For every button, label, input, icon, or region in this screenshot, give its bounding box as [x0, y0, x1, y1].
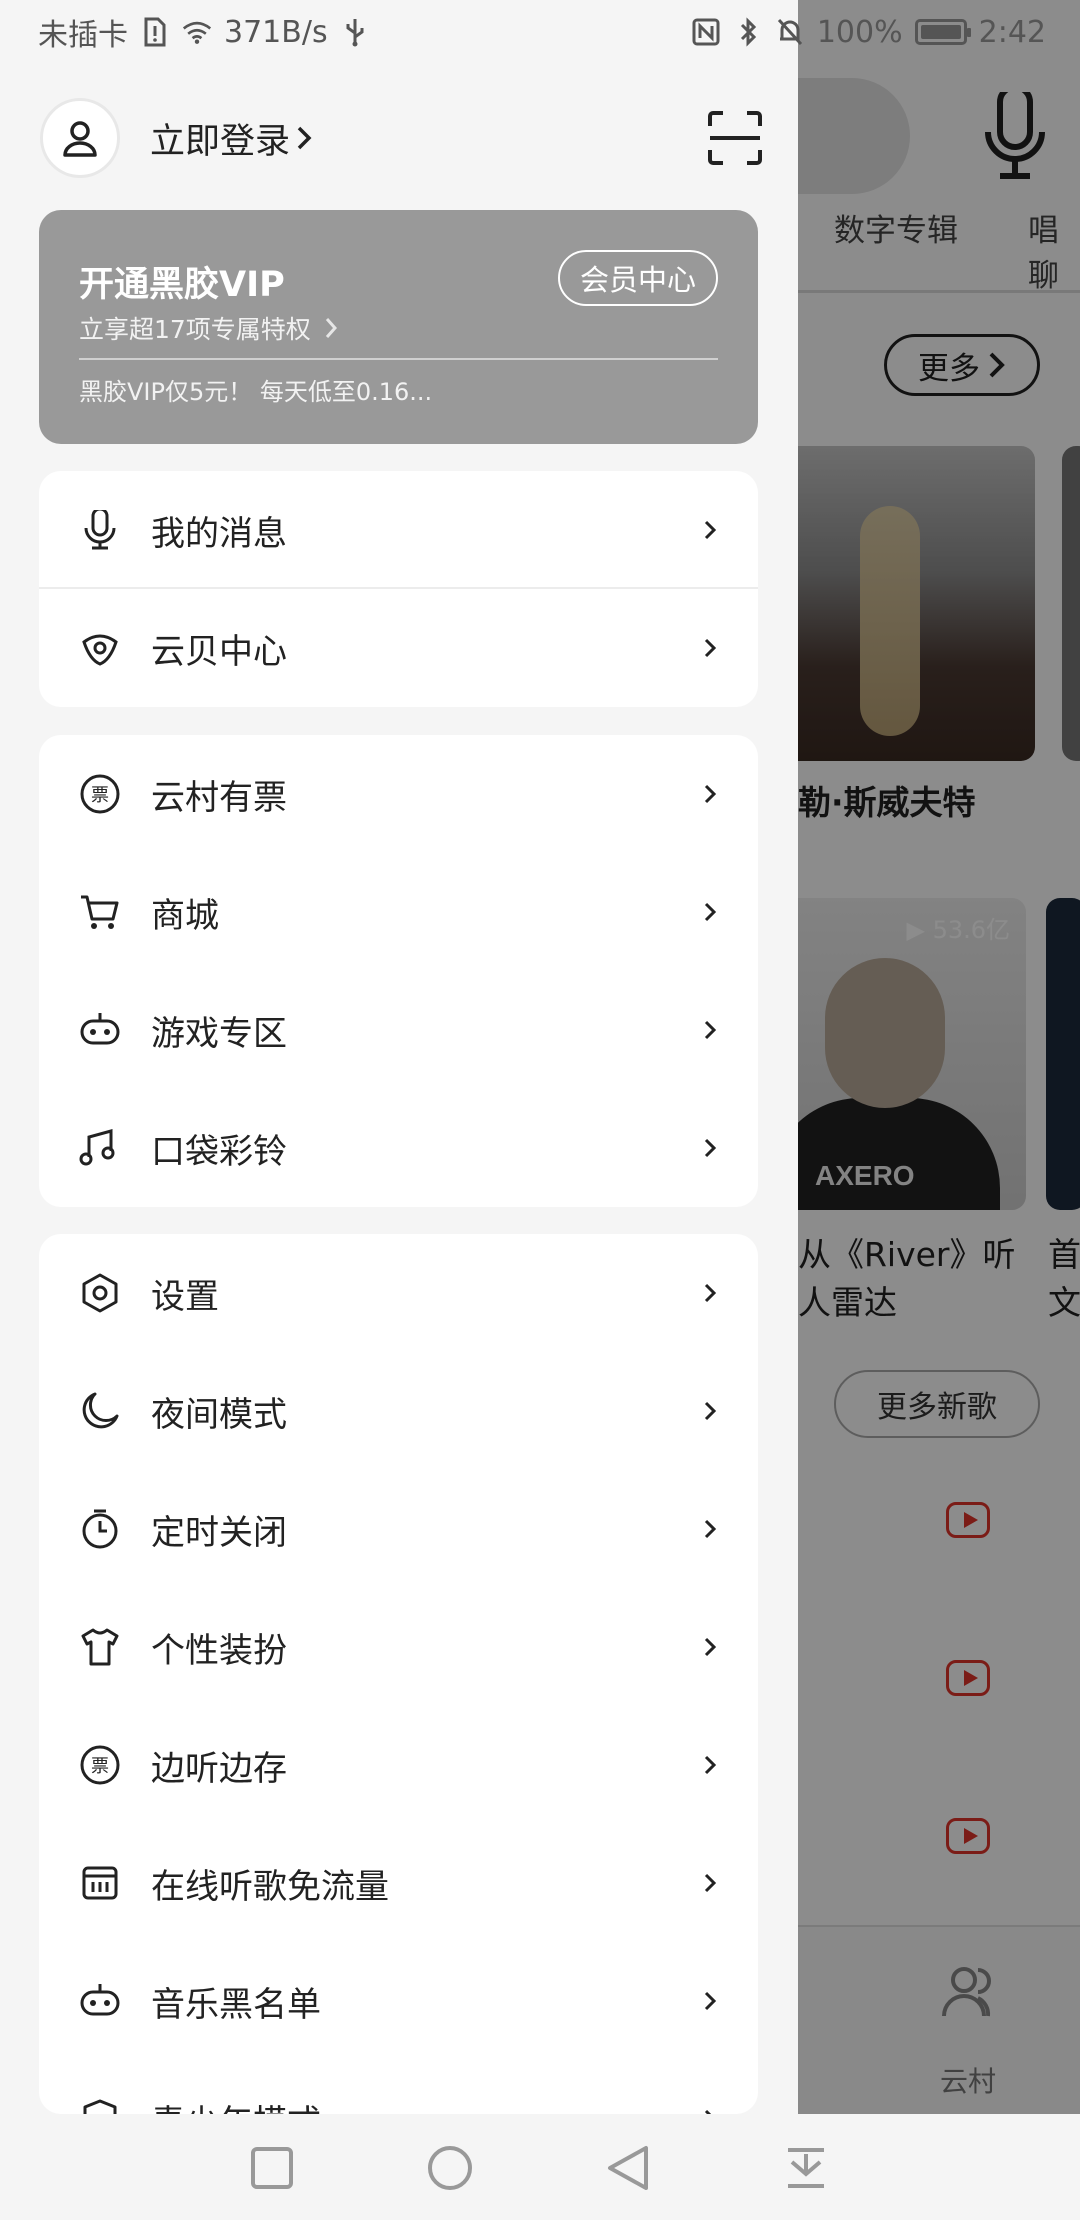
menu-item-label: 设置 — [151, 1276, 219, 1317]
bluetooth-icon — [733, 17, 763, 47]
chevron-right-icon — [698, 1989, 722, 2013]
svg-text:票: 票 — [91, 785, 109, 806]
menu-item-games[interactable]: 游戏专区 — [39, 971, 758, 1089]
menu-item-cloud-shell[interactable]: 云贝中心 — [39, 589, 758, 707]
gamepad-icon — [79, 1980, 121, 2022]
menu-item-cache-while-listening[interactable]: 票 边听边存 — [39, 1706, 758, 1824]
vip-card[interactable]: 开通黑胶VIP 立享超17项专属特权 会员中心 黑胶VIP仅5元！ 每天低至0.… — [39, 210, 758, 444]
avatar[interactable] — [40, 98, 120, 178]
circle-icon — [428, 2146, 472, 2190]
side-drawer: 立即登录 开通黑胶VIP 立享超17项专属特权 会员中心 黑胶VIP仅5元！ 每… — [0, 0, 798, 2220]
chevron-right-icon — [698, 1281, 722, 1305]
chevron-right-icon — [297, 126, 312, 150]
menu-group-1: 我的消息 云贝中心 — [39, 471, 758, 707]
menu-group-3: 设置 夜间模式 定时关闭 个性装扮 票 边听边存 在线听歌免流量 音乐黑名单 — [39, 1234, 758, 2114]
menu-item-label: 定时关闭 — [151, 1512, 287, 1553]
menu-group-2: 票 云村有票 商城 游戏专区 口袋彩铃 — [39, 735, 758, 1207]
wifi-icon — [182, 17, 212, 47]
chevron-right-icon — [698, 518, 722, 542]
shield-icon — [79, 2098, 121, 2114]
mute-bell-icon — [775, 17, 805, 47]
timer-icon — [79, 1508, 121, 1550]
menu-item-teen-mode[interactable]: 青少年模式 — [39, 2060, 758, 2114]
menu-item-label: 青少年模式 — [151, 2095, 321, 2115]
vip-subtitle-row[interactable]: 立享超17项专属特权 — [79, 310, 337, 346]
menu-item-music-blacklist[interactable]: 音乐黑名单 — [39, 1942, 758, 2060]
scan-icon — [708, 111, 762, 165]
system-nav-bar — [0, 2114, 1080, 2220]
menu-item-night-mode[interactable]: 夜间模式 — [39, 1352, 758, 1470]
moon-icon — [79, 1390, 121, 1432]
clock-time: 2:42 — [978, 14, 1046, 50]
back-button[interactable] — [598, 2138, 658, 2198]
vip-divider — [79, 358, 718, 360]
scan-button[interactable] — [705, 108, 765, 168]
chevron-right-icon — [698, 1517, 722, 1541]
chevron-right-icon — [698, 1018, 722, 1042]
menu-item-messages[interactable]: 我的消息 — [39, 471, 758, 589]
login-label: 立即登录 — [150, 121, 291, 162]
menu-item-label: 边听边存 — [151, 1748, 287, 1789]
recents-button[interactable] — [242, 2138, 302, 2198]
menu-item-label: 在线听歌免流量 — [151, 1866, 389, 1907]
chevron-right-icon — [698, 1136, 722, 1160]
menu-item-label: 个性装扮 — [151, 1630, 287, 1671]
chevron-right-icon — [698, 1399, 722, 1423]
menu-item-mall[interactable]: 商城 — [39, 853, 758, 971]
svg-text:票: 票 — [91, 1756, 109, 1777]
message-mic-icon — [79, 509, 121, 551]
pull-down-icon — [788, 2148, 824, 2188]
menu-item-label: 商城 — [151, 895, 219, 936]
cloud-shell-icon — [79, 627, 121, 669]
network-speed: 371B/s — [224, 14, 328, 50]
chevron-right-icon — [325, 318, 337, 338]
square-icon — [251, 2147, 293, 2189]
ticket-icon: 票 — [79, 773, 121, 815]
menu-item-sleep-timer[interactable]: 定时关闭 — [39, 1470, 758, 1588]
chevron-right-icon — [698, 1753, 722, 1777]
chevron-right-icon — [698, 636, 722, 660]
battery-icon — [914, 19, 971, 45]
cart-icon — [79, 891, 121, 933]
menu-item-label: 游戏专区 — [151, 1013, 287, 1054]
chevron-right-icon — [698, 2107, 722, 2114]
menu-item-themes[interactable]: 个性装扮 — [39, 1588, 758, 1706]
menu-item-label: 音乐黑名单 — [151, 1984, 321, 2025]
menu-item-label: 夜间模式 — [151, 1394, 287, 1435]
vip-title: 开通黑胶VIP — [79, 265, 285, 305]
menu-item-free-data[interactable]: 在线听歌免流量 — [39, 1824, 758, 1942]
menu-item-ringtone[interactable]: 口袋彩铃 — [39, 1089, 758, 1207]
chevron-right-icon — [698, 900, 722, 924]
chevron-right-icon — [698, 1635, 722, 1659]
nfc-icon — [691, 17, 721, 47]
menu-item-label: 口袋彩铃 — [151, 1131, 287, 1172]
carrier-text: 未插卡 — [38, 18, 128, 53]
settings-hex-icon — [79, 1272, 121, 1314]
menu-item-settings[interactable]: 设置 — [39, 1234, 758, 1352]
login-link[interactable]: 立即登录 — [150, 113, 312, 164]
home-button[interactable] — [420, 2138, 480, 2198]
vip-center-button[interactable]: 会员中心 — [558, 250, 718, 306]
chevron-right-icon — [698, 782, 722, 806]
menu-item-label: 云村有票 — [151, 777, 287, 818]
menu-item-label: 我的消息 — [151, 513, 287, 554]
triangle-back-icon — [608, 2146, 648, 2190]
user-login-row[interactable]: 立即登录 — [40, 96, 765, 180]
sim-card-icon — [79, 1862, 121, 1904]
gamepad-icon — [79, 1009, 121, 1051]
user-icon — [63, 121, 97, 157]
menu-item-tickets[interactable]: 票 云村有票 — [39, 735, 758, 853]
menu-item-label: 云贝中心 — [151, 631, 287, 672]
notification-pull-button[interactable] — [776, 2138, 836, 2198]
ticket-icon: 票 — [79, 1744, 121, 1786]
chevron-right-icon — [698, 1871, 722, 1895]
status-bar: 未插卡 371B/s 100% 2:42 — [0, 0, 1080, 64]
vip-subtitle: 立享超17项专属特权 — [79, 315, 311, 344]
tshirt-icon — [79, 1626, 121, 1668]
battery-percent: 100% — [816, 14, 903, 50]
sim-alert-icon — [140, 17, 170, 47]
ringtone-icon — [79, 1127, 121, 1169]
usb-icon — [340, 17, 370, 47]
vip-promo-text[interactable]: 黑胶VIP仅5元！ 每天低至0.16... — [79, 372, 432, 407]
